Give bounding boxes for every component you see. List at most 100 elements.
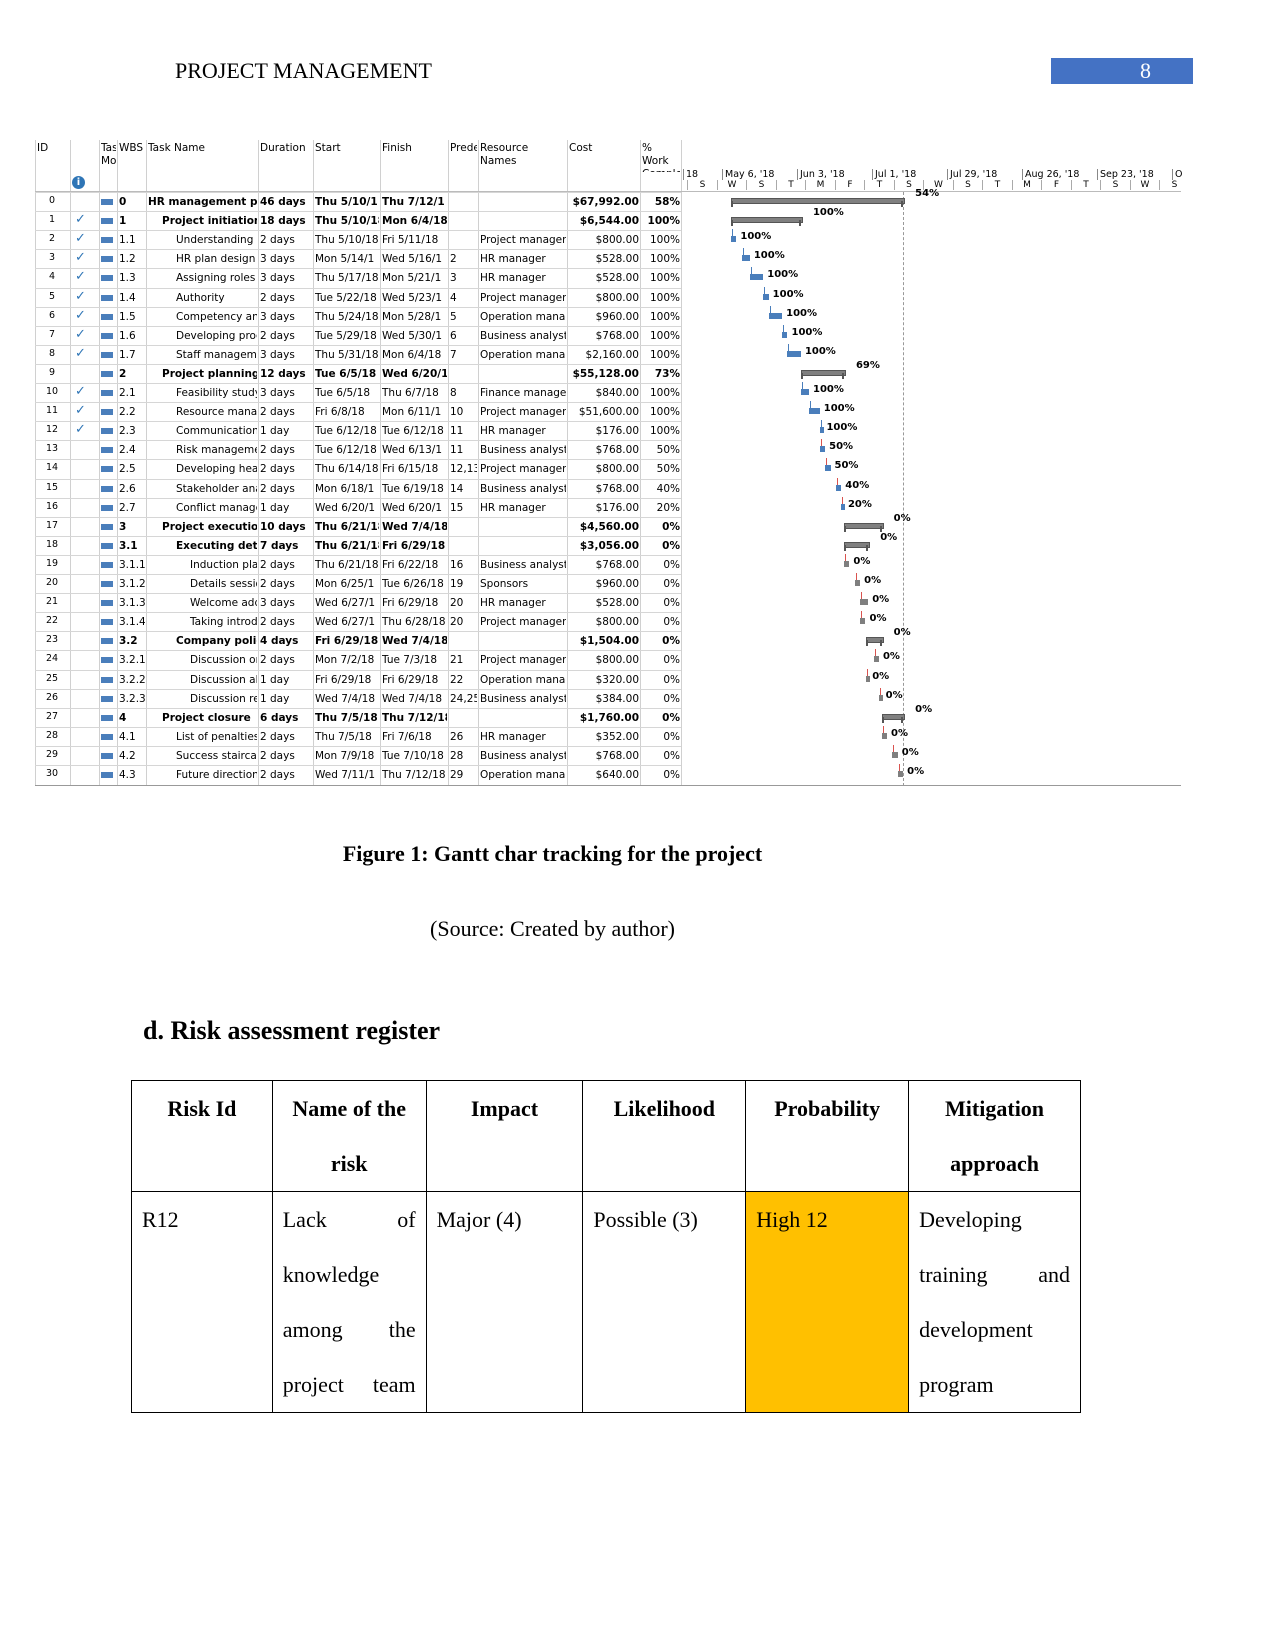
summary-bar-end	[731, 201, 733, 207]
task-cost: $6,544.00	[579, 215, 639, 228]
task-pct: 100%	[649, 406, 680, 419]
task-dur: 3 days	[260, 348, 295, 361]
task-cost: $4,560.00	[579, 520, 639, 533]
task-name: Developing process	[176, 329, 257, 342]
task-id: 18	[45, 538, 59, 550]
task-res: Project manager	[480, 463, 566, 476]
task-finish: Wed 5/23/1	[382, 291, 443, 304]
task-res: Project manager	[480, 654, 566, 667]
task-id: 14	[45, 462, 59, 474]
task-dur: 3 days	[260, 253, 295, 266]
dependency-arrow	[866, 668, 868, 676]
task-bar	[865, 675, 870, 682]
task-cost: $768.00	[595, 749, 639, 762]
task-dur: 2 days	[260, 234, 295, 247]
task-id: 21	[45, 596, 59, 608]
task-mode-icon	[101, 256, 113, 263]
task-pred: 20	[450, 597, 464, 610]
task-finish: Fri 6/22/18	[382, 558, 439, 571]
column-header: Task Name	[148, 142, 205, 154]
task-start: Tue 6/12/18	[315, 444, 377, 457]
progress-label: 0%	[893, 627, 911, 639]
task-pred: 10	[450, 406, 464, 419]
task-mode-icon	[101, 581, 113, 587]
task-finish: Mon 5/28/1	[382, 310, 442, 323]
task-start: Mon 6/18/1	[315, 482, 375, 495]
summary-bar	[800, 369, 846, 376]
task-finish: Thu 7/12/1	[382, 196, 445, 208]
task-pct: 0%	[663, 616, 680, 629]
cell-mitigation: Developing training and development prog…	[908, 1191, 1081, 1413]
task-cost: $67,992.00	[572, 196, 639, 208]
progress-label: 0%	[882, 651, 900, 663]
progress-label: 40%	[845, 479, 870, 491]
task-wbs: 2.6	[119, 482, 136, 495]
task-id: 28	[45, 729, 59, 741]
timescale-label: Jun 3, '18	[797, 169, 845, 180]
task-start: Mon 5/14/1	[315, 253, 375, 266]
timescale-label: Aug 26, '18	[1022, 169, 1079, 180]
task-wbs: 3.1.3	[119, 597, 145, 610]
task-cost: $51,600.00	[578, 406, 639, 419]
summary-bar-end	[843, 544, 846, 551]
risk-register-table: Risk Id Name of the risk Impact Likeliho…	[131, 1080, 1081, 1413]
task-cost: $768.00	[595, 558, 639, 571]
task-pct: 100%	[649, 234, 680, 247]
task-wbs: 2.1	[119, 387, 136, 399]
task-start: Thu 5/10/1	[315, 196, 378, 208]
dependency-arrow	[855, 573, 857, 580]
task-pct: 0%	[662, 635, 680, 648]
task-mode-icon	[101, 714, 113, 721]
task-finish: Tue 7/3/18	[382, 654, 438, 667]
progress-label: 0%	[885, 689, 903, 701]
day-label: T	[982, 180, 1012, 190]
task-start: Fri 6/8/18	[315, 406, 365, 419]
task-res: Operation manager	[480, 348, 566, 361]
task-mode-icon	[101, 199, 113, 205]
task-cost: $2,160.00	[585, 348, 639, 361]
task-wbs: 3	[119, 520, 127, 533]
completed-check-icon: ✓	[75, 307, 86, 323]
task-start: Mon 7/2/18	[315, 654, 375, 667]
task-pct: 0%	[663, 673, 680, 686]
dependency-arrow	[742, 248, 744, 256]
task-dur: 12 days	[260, 367, 306, 380]
task-start: Wed 7/11/1	[315, 769, 376, 781]
task-pred: 16	[450, 558, 464, 571]
task-id: 27	[45, 710, 59, 722]
task-pred	[450, 519, 477, 535]
day-label: S	[1159, 180, 1189, 190]
task-finish: Fri 6/15/18	[382, 463, 439, 476]
timescale-label: Sep 23, '18	[1097, 169, 1154, 180]
task-bar	[800, 389, 809, 395]
task-pct: 0%	[662, 539, 680, 552]
summary-bar-end	[843, 525, 846, 532]
task-wbs: 1.1	[119, 234, 136, 247]
task-mode-icon	[101, 542, 113, 549]
task-pct: 100%	[649, 329, 680, 342]
progress-label: 100%	[804, 345, 836, 357]
task-start: Thu 5/24/18	[315, 310, 379, 323]
task-wbs: 4.2	[119, 749, 136, 762]
task-mode-icon	[101, 485, 113, 492]
task-wbs: 4.3	[119, 769, 136, 781]
task-bar	[873, 656, 879, 663]
task-bar	[787, 350, 801, 357]
task-finish: Thu 7/12/18	[382, 711, 447, 724]
task-pred: 7	[450, 348, 457, 361]
task-wbs: 1	[119, 215, 127, 228]
task-wbs: 2.4	[119, 444, 136, 457]
task-mode-icon	[101, 409, 113, 416]
task-name: Understanding	[176, 234, 254, 247]
task-wbs: 1.6	[119, 329, 136, 342]
task-start: Thu 7/5/18	[315, 730, 372, 743]
summary-bar-end	[800, 372, 803, 379]
task-bar	[741, 255, 750, 262]
timescale-label: Jul 29, '18	[947, 169, 997, 180]
figure-caption: Figure 1: Gantt char tracking for the pr…	[342, 841, 763, 866]
task-start: Tue 5/22/18	[315, 291, 377, 304]
completed-check-icon: ✓	[75, 403, 86, 419]
progress-label: 100%	[823, 403, 855, 415]
task-dur: 6 days	[260, 711, 299, 724]
dependency-arrow	[842, 496, 844, 504]
